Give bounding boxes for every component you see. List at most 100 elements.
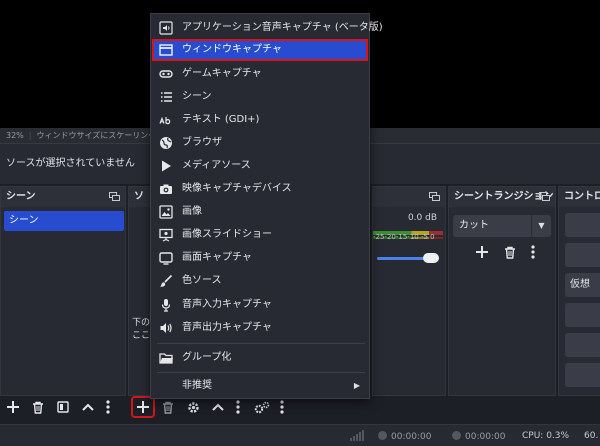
plus-icon [7,401,19,413]
menu-item-label: 画像スライドショー [182,229,272,240]
remove-source-button[interactable] [157,397,179,417]
recording-status: 00:00:00 [378,431,431,442]
filter-icon [57,401,69,413]
streaming-status: 00:00:00 [452,431,505,442]
vertical-dots-icon [280,400,284,414]
scenes-dock-title-label: シーン [6,191,36,202]
menu-item-image-slideshow[interactable]: 画像スライドショー [152,224,368,246]
control-button-1[interactable] [565,213,600,237]
scene-filters-button[interactable] [52,397,74,417]
menu-item-label: グループ化 [182,352,232,363]
mixer-dock-title [373,187,445,207]
trash-icon [163,401,173,414]
menu-item-audio-output-capture[interactable]: 音声出力キャプチャ [152,317,368,339]
volume-slider-handle[interactable] [423,253,439,263]
control-button-2[interactable] [565,243,600,267]
no-source-selected-label: ソースが選択されていません [6,158,135,169]
virtual-camera-button[interactable]: 仮想 [565,273,600,297]
menu-item-window-capture[interactable]: ウィンドウキャプチャ [152,39,368,61]
vertical-dots-icon [106,400,110,414]
menu-item-text-gdi[interactable]: テキスト (GDI+) [152,109,368,131]
menu-item-image[interactable]: 画像 [152,201,368,223]
cpu-usage: CPU: 0.3% [522,431,570,441]
source-more-button[interactable] [232,397,244,417]
chevron-down-icon[interactable]: ▼ [531,215,551,237]
remove-transition-button[interactable] [499,242,521,262]
remove-scene-button[interactable] [27,397,49,417]
menu-item-label: ゲームキャプチャ [182,68,262,79]
controls-dock: コントロール 仮想 [558,186,600,396]
menu-item-label: 音声入力キャプチャ [182,299,272,310]
menu-separator [157,372,365,373]
plus-icon [137,401,149,413]
menu-item-application-audio-capture[interactable]: アプリケーション音声キャプチャ (ベータ版) [152,17,383,39]
speaker-icon [159,21,173,35]
status-bar: 00:00:00 00:00:00 CPU: 0.3% 60. [0,424,600,446]
record-icon [378,431,387,440]
play-icon [162,160,171,172]
audio-mixer-dock: 0.0 dB -25-20-15-10 -5 0 [372,186,446,396]
add-source-menu: アプリケーション音声キャプチャ (ベータ版) ウィンドウキャプチャ ゲームキャプ… [150,13,383,399]
mixer-settings-button[interactable] [251,397,273,417]
submenu-arrow-icon: ▶ [353,381,360,390]
menu-item-color-source[interactable]: 色ソース [152,270,368,292]
list-icon [161,92,172,102]
menu-item-label: ウィンドウキャプチャ [182,44,282,55]
menu-item-label: 画像 [182,206,202,217]
menu-item-label: ブラウザ [182,137,222,148]
signal-strength-icon [350,430,364,441]
transitions-dock-title: シーントランジション [449,187,555,207]
camera-icon [160,184,172,194]
add-scene-button[interactable] [2,397,24,417]
controls-dock-title: コントロール [559,187,600,207]
undock-icon[interactable] [539,192,550,201]
menu-item-group[interactable]: グループ化 [152,347,368,369]
scenes-dock: シーン シーン [0,186,126,396]
menu-item-scene[interactable]: シーン [152,86,368,108]
chevron-up-icon [212,403,224,411]
menu-item-game-capture[interactable]: ゲームキャプチャ [152,63,368,85]
gear-icon [187,401,199,413]
undock-icon[interactable] [429,192,440,201]
gears-icon [254,401,270,413]
control-button-5[interactable] [565,333,600,357]
globe-icon [160,137,172,149]
image-icon [159,205,173,219]
menu-item-video-capture-device[interactable]: 映像キャプチャデバイス [152,178,368,200]
source-properties-button[interactable] [182,397,204,417]
add-source-button[interactable] [131,396,155,418]
mixer-more-button[interactable] [276,397,288,417]
control-button-6[interactable] [565,363,600,387]
window-icon [159,44,173,56]
volume-db-readout: 0.0 dB [407,213,437,223]
control-button-4[interactable] [565,303,600,327]
meter-scale: -25-20-15-10 -5 0 [373,233,435,241]
brush-icon [160,274,173,287]
trash-icon [33,401,43,414]
menu-item-media-source[interactable]: メディアソース [152,155,368,177]
menu-item-audio-input-capture[interactable]: 音声入力キャプチャ [152,294,368,316]
move-source-up-button[interactable] [207,397,229,417]
move-scene-up-button[interactable] [77,397,99,417]
recording-time: 00:00:00 [391,432,432,442]
streaming-time: 00:00:00 [465,432,506,442]
scene-more-button[interactable] [102,397,114,417]
transition-select[interactable]: カット ▼ [453,215,551,237]
status-separator: | [28,131,32,140]
gamepad-icon [159,70,173,78]
menu-item-label: 非推奨 [182,380,212,391]
menu-item-label: メディアソース [182,160,251,171]
folder-icon [159,353,173,364]
add-transition-button[interactable] [471,242,493,262]
vertical-dots-icon [531,245,535,259]
menu-item-label: 映像キャプチャデバイス [182,183,292,194]
menu-item-deprecated[interactable]: 非推奨 ▶ [152,375,368,397]
menu-item-browser[interactable]: ブラウザ [152,132,368,154]
vertical-dots-icon [236,400,240,414]
menu-item-label: シーン [182,91,212,102]
undock-icon[interactable] [109,192,120,201]
menu-item-display-capture[interactable]: 画面キャプチャ [152,247,368,269]
slideshow-icon [159,228,173,242]
scene-list-item[interactable]: シーン [4,211,124,231]
transition-properties-button[interactable] [527,242,539,262]
